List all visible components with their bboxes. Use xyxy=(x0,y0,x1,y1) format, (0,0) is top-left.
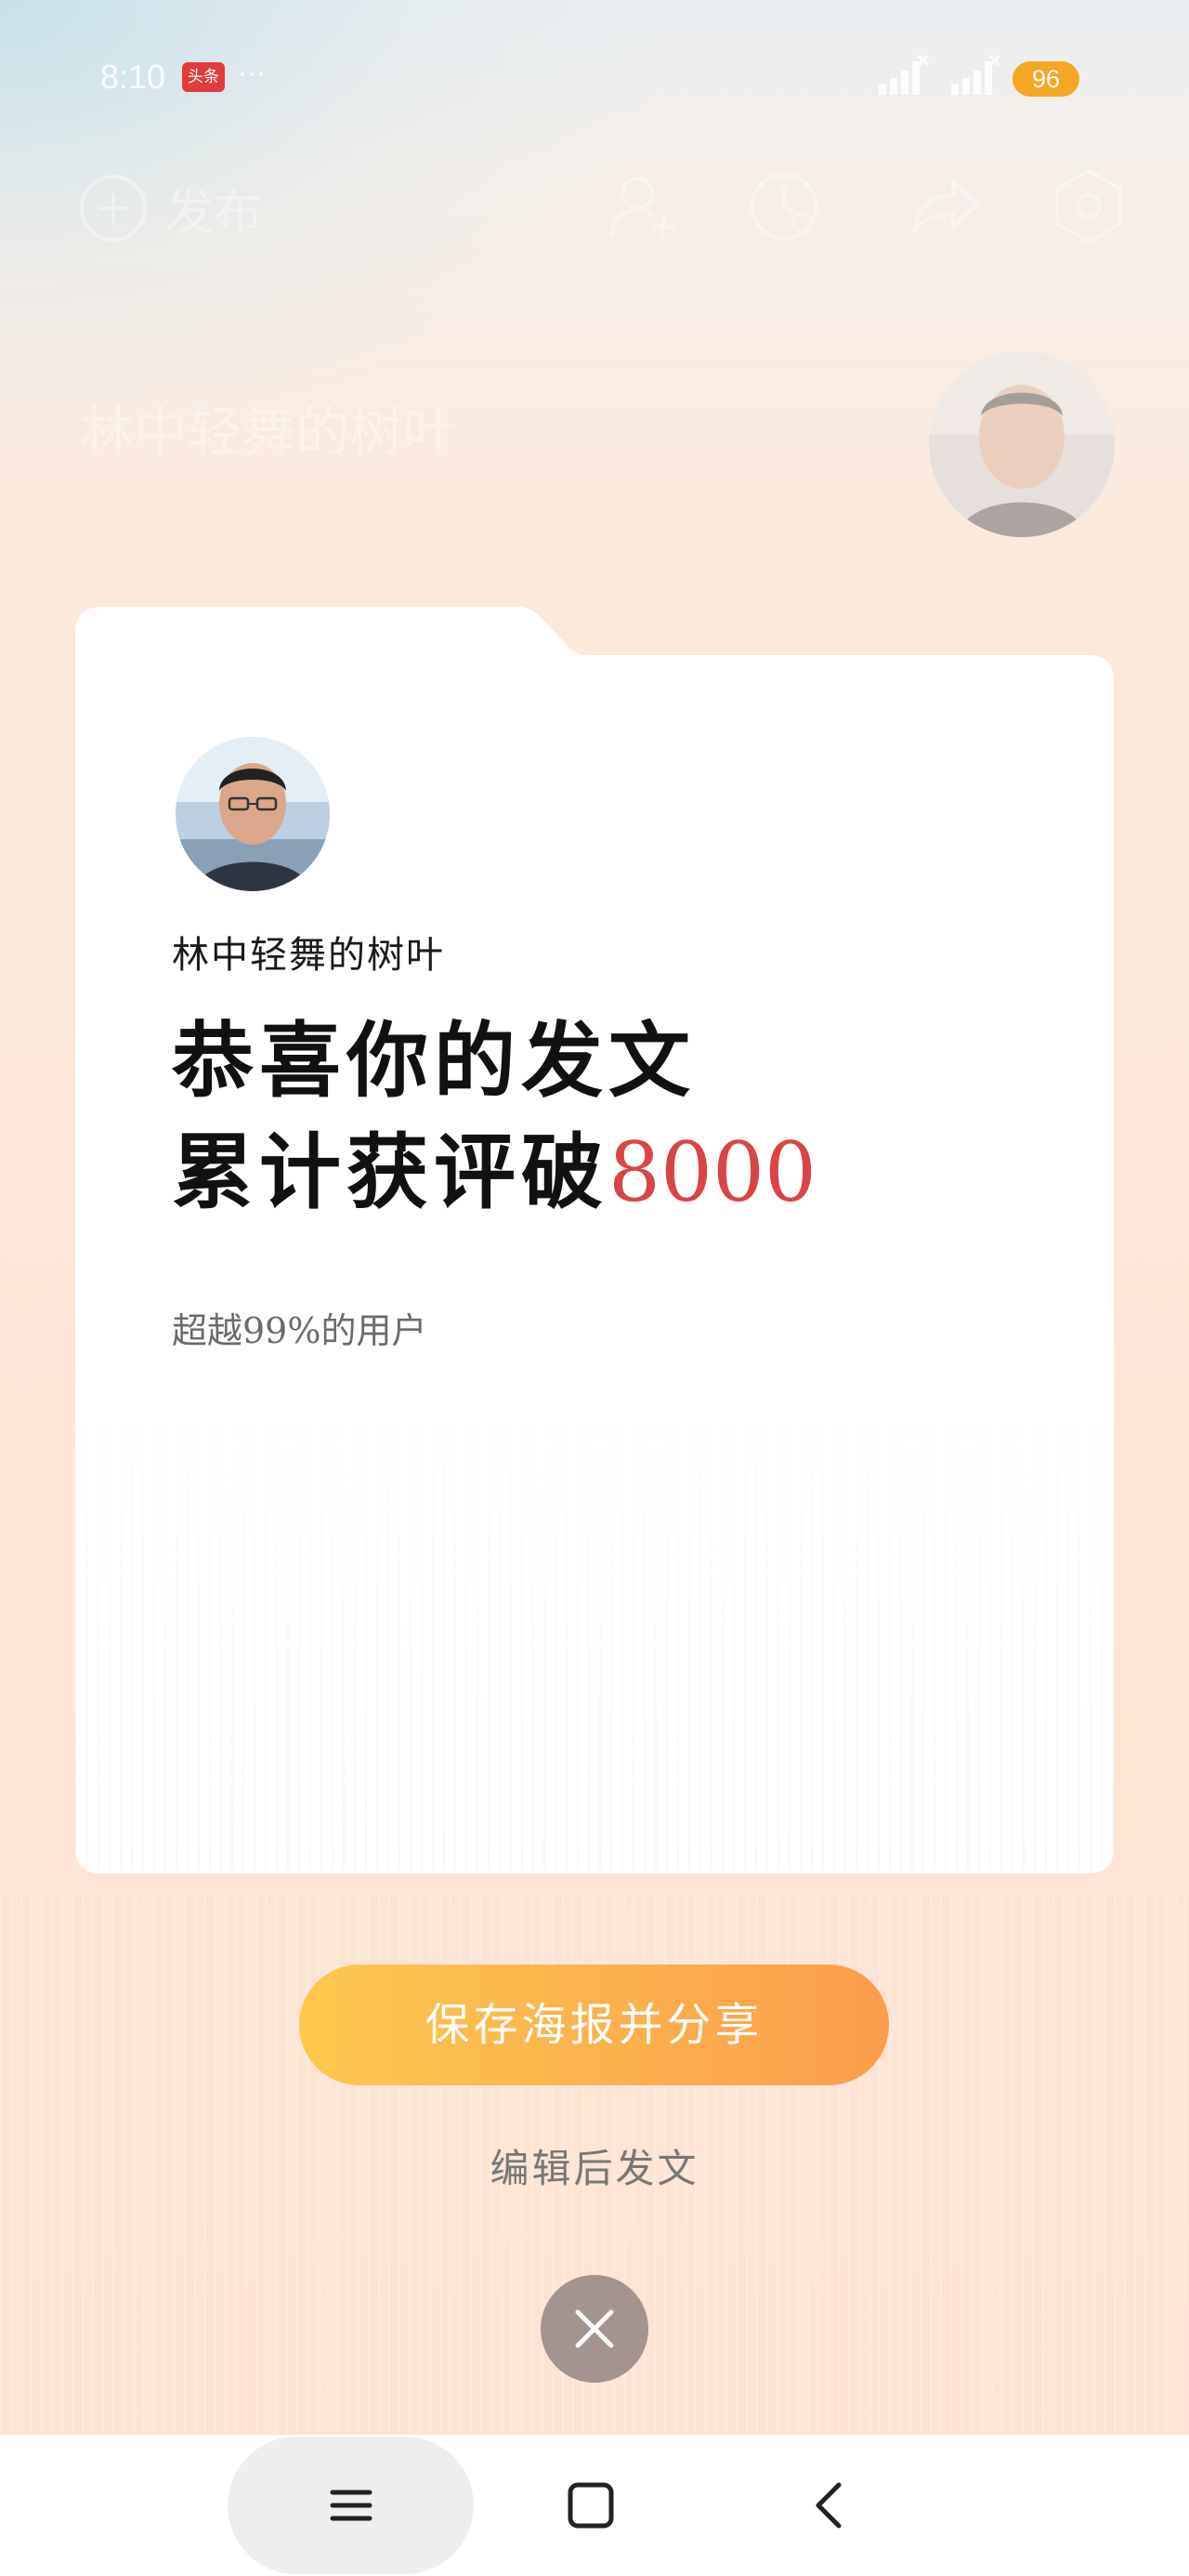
close-button[interactable] xyxy=(541,2275,648,2383)
status-more-dots: ··· xyxy=(238,58,266,88)
system-nav-bar xyxy=(0,2435,1189,2576)
share-icon[interactable] xyxy=(903,165,985,247)
save-poster-share-button[interactable]: 保存海报并分享 xyxy=(299,1965,889,2085)
profile-name: 林中轻舞的树叶 xyxy=(80,401,458,464)
nav-back-button[interactable] xyxy=(774,2435,885,2576)
headline-line-2-prefix: 累计获评破 xyxy=(172,1124,609,1220)
profile-avatar xyxy=(929,351,1115,537)
edit-then-post-link[interactable]: 编辑后发文 xyxy=(0,2137,1189,2194)
achievement-card: 林中轻舞的树叶 恭喜你的发文 累计获评破8000 超越99%的用户 xyxy=(75,607,1114,1873)
square-home-icon xyxy=(568,2482,614,2529)
settings-icon[interactable] xyxy=(1048,165,1130,247)
publish-label: 发布 xyxy=(165,185,263,242)
comment-count: 8000 xyxy=(608,1124,817,1220)
card-decoration-stripes xyxy=(75,1425,1114,1871)
visitors-icon[interactable] xyxy=(747,165,829,247)
plus-circle-icon xyxy=(80,175,147,242)
card-username: 林中轻舞的树叶 xyxy=(172,934,445,977)
back-chevron-icon xyxy=(816,2482,842,2529)
add-friend-icon[interactable] xyxy=(602,165,684,247)
status-time: 8:10 xyxy=(100,58,166,96)
close-icon xyxy=(575,2309,614,2348)
user-avatar xyxy=(176,737,330,891)
percentile-text: 超越99%的用户 xyxy=(172,1310,427,1351)
battery-indicator: 96 xyxy=(1013,61,1079,97)
headline-line-1: 恭喜你的发文 xyxy=(172,1012,697,1109)
app-badge: 头条 xyxy=(182,62,225,92)
headline-line-2: 累计获评破8000 xyxy=(172,1107,817,1225)
signal-icon xyxy=(879,54,1001,95)
nav-menu-button[interactable] xyxy=(295,2435,407,2576)
publish-button[interactable]: 发布 xyxy=(78,173,262,243)
menu-icon xyxy=(330,2490,372,2521)
nav-home-button[interactable] xyxy=(535,2435,647,2576)
